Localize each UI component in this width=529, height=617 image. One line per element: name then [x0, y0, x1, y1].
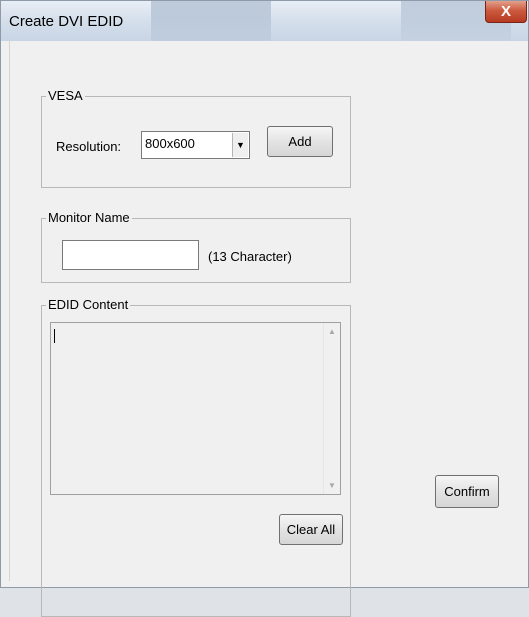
window-title: Create DVI EDID	[9, 13, 124, 30]
close-button[interactable]: X	[485, 1, 527, 23]
add-button[interactable]: Add	[267, 126, 333, 157]
monitor-name-input[interactable]	[62, 240, 199, 270]
vesa-group-label: VESA	[46, 88, 85, 104]
title-bar: Create DVI EDID X	[1, 1, 528, 41]
monitor-name-group-label: Monitor Name	[46, 210, 132, 226]
create-dvi-edid-dialog: Create DVI EDID X VESA Resolution: 800x6…	[0, 0, 529, 617]
clear-all-button[interactable]: Clear All	[279, 514, 343, 545]
edid-content-textarea[interactable]: ▲ ▼	[50, 322, 341, 495]
chevron-down-icon[interactable]: ▼	[232, 133, 248, 157]
monitor-name-group: Monitor Name (13 Character)	[41, 210, 351, 283]
resolution-label: Resolution:	[56, 139, 122, 154]
character-limit-hint: (13 Character)	[208, 249, 292, 264]
arrow-down-icon[interactable]: ▼	[324, 477, 340, 494]
title-bar-background	[151, 1, 271, 41]
text-caret	[54, 329, 55, 343]
resolution-dropdown[interactable]: 800x600 ▼	[141, 131, 250, 159]
edid-scrollbar[interactable]: ▲ ▼	[323, 323, 340, 494]
vesa-group: VESA Resolution: 800x600 ▼ Add	[41, 88, 351, 188]
edid-content-group: EDID Content ▲ ▼ Clear All	[41, 297, 351, 617]
resolution-value: 800x600	[145, 136, 195, 151]
arrow-up-icon[interactable]: ▲	[324, 323, 340, 340]
dialog-body: VESA Resolution: 800x600 ▼ Add Monitor N…	[9, 41, 526, 617]
confirm-button[interactable]: Confirm	[435, 475, 499, 508]
edid-content-group-label: EDID Content	[46, 297, 131, 313]
